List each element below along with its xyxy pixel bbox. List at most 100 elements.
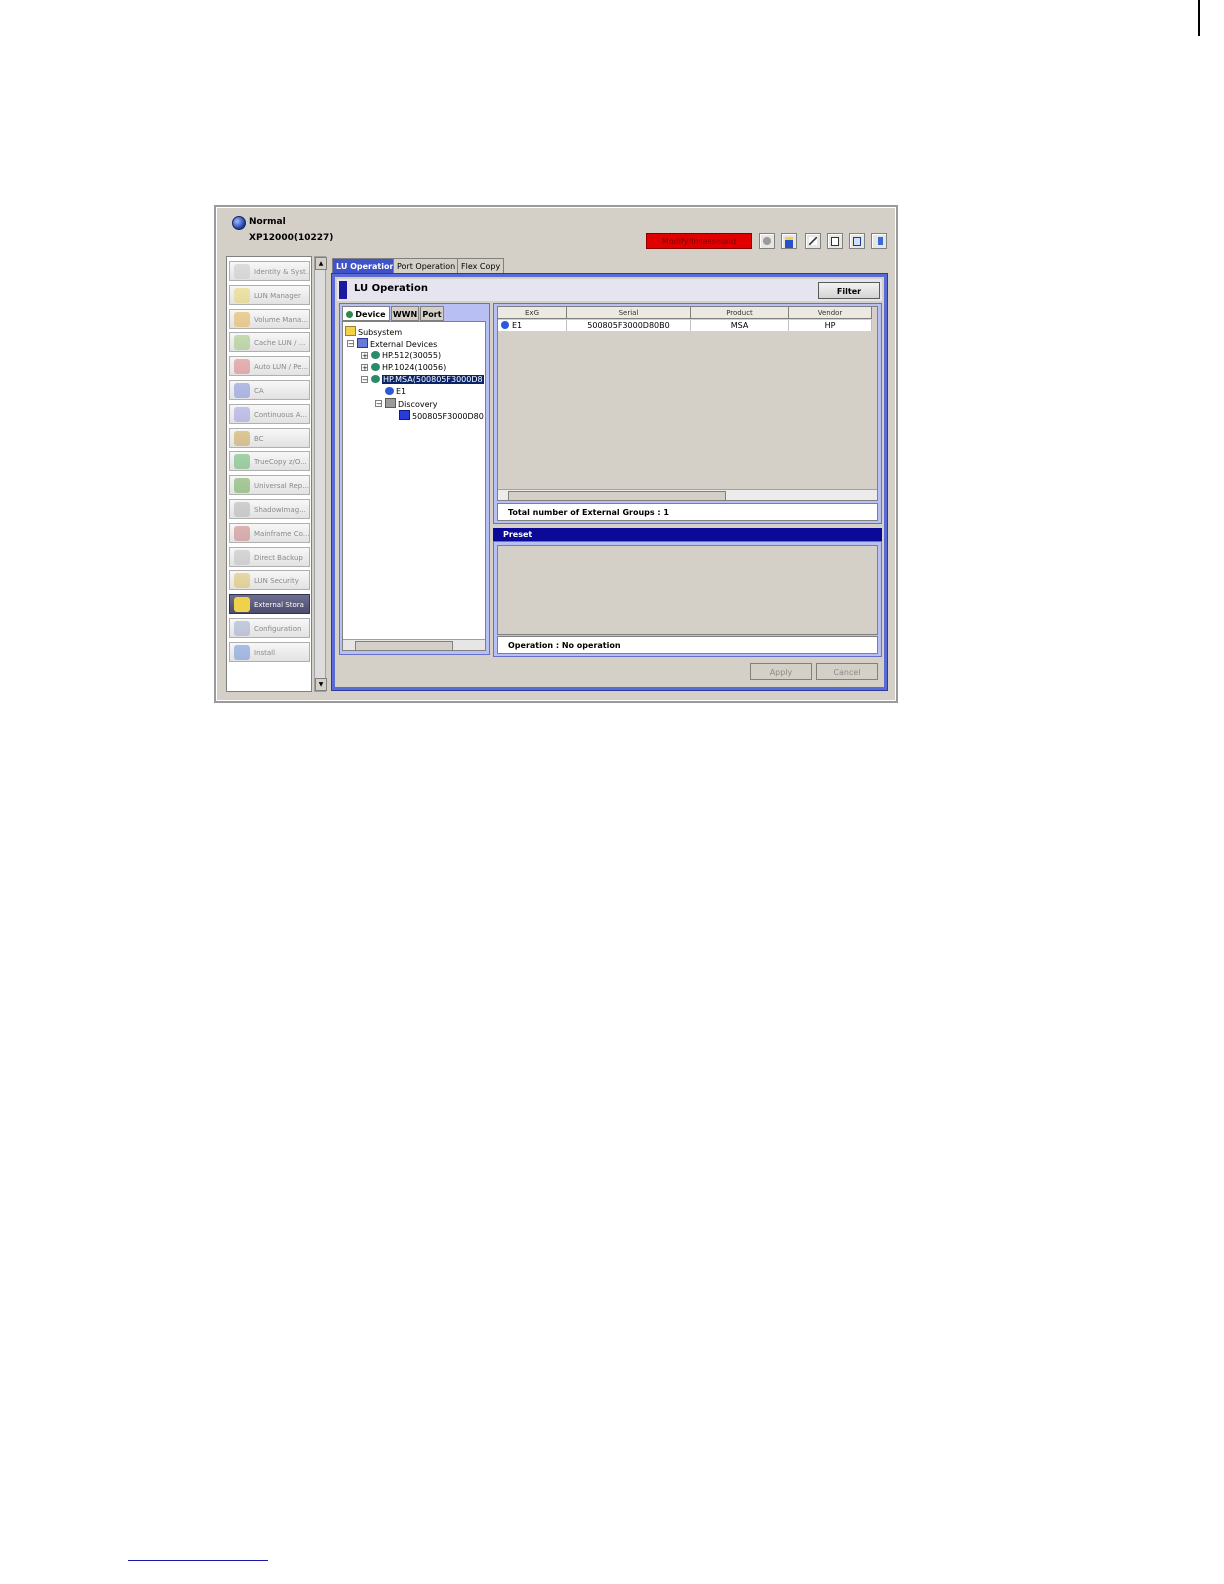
save-icon	[785, 237, 793, 248]
cell-product: MSA	[691, 320, 789, 331]
sidebar-item-label: Configuration	[254, 625, 302, 633]
tab-lu-operation[interactable]: LU Operation	[332, 258, 400, 273]
tree-node-hp-msa[interactable]: HP.MSA(500805F3000D8	[371, 374, 484, 386]
tree-collapse-icon[interactable]: −	[347, 340, 354, 348]
sidebar-item-label: External Stora	[254, 601, 304, 609]
sidebar-item[interactable]: Direct Backup	[229, 547, 310, 567]
refresh-button[interactable]	[759, 233, 775, 249]
cache-icon	[234, 335, 250, 350]
sidebar-item-label: Universal Rep...	[254, 482, 309, 490]
column-header-vendor[interactable]: Vendor	[789, 307, 872, 319]
panel-header-accent	[339, 281, 347, 299]
tree-tab-device[interactable]: Device	[342, 306, 390, 321]
column-header-product[interactable]: Product	[691, 307, 789, 319]
tree-node-e1[interactable]: E1	[385, 386, 406, 398]
tree-node-subsystem[interactable]: Subsystem	[345, 326, 402, 338]
tree-expand-icon[interactable]: +	[361, 364, 368, 372]
tree-node-label: E1	[396, 387, 407, 396]
tree-node-label: Subsystem	[358, 328, 403, 337]
sidebar-item[interactable]: LUN Security	[229, 570, 310, 590]
exit-button[interactable]	[871, 233, 887, 249]
tree-node-external-devices[interactable]: External Devices	[357, 338, 437, 350]
install-icon	[234, 645, 250, 660]
preset-header: Preset	[493, 528, 882, 541]
tree-node-discovery[interactable]: Discovery	[385, 398, 438, 410]
sidebar-item[interactable]: External Stora	[229, 594, 310, 614]
sidebar-item[interactable]: LUN Manager	[229, 285, 310, 305]
tree-node-label: External Devices	[370, 340, 438, 349]
tree-node-label: HP.512(30055)	[382, 351, 442, 360]
total-groups-status: Total number of External Groups : 1	[497, 503, 878, 521]
group-globe-icon	[385, 387, 394, 395]
tab-port-operation[interactable]: Port Operation	[393, 258, 460, 273]
tree-expand-icon[interactable]: +	[361, 352, 368, 360]
report-button[interactable]	[849, 233, 865, 249]
tree-horizontal-scrollbar[interactable]	[343, 639, 485, 651]
sidebar-item-label: LUN Security	[254, 577, 299, 585]
report-icon	[853, 237, 861, 246]
sidebar-item[interactable]: ShadowImag...	[229, 499, 310, 519]
sidebar-item[interactable]: Configuration	[229, 618, 310, 638]
folder-icon	[345, 326, 356, 336]
tab-flex-copy[interactable]: Flex Copy	[457, 258, 505, 273]
save-button[interactable]	[781, 233, 797, 249]
table-horizontal-scrollbar[interactable]	[498, 489, 877, 501]
tree-collapse-icon[interactable]: −	[375, 400, 382, 408]
preview-button[interactable]	[827, 233, 843, 249]
sidebar-item[interactable]: Continuous A...	[229, 404, 310, 424]
sidebar-item[interactable]: Auto LUN / Pe...	[229, 356, 310, 376]
device-globe-icon	[371, 351, 380, 359]
discovery-icon	[385, 398, 396, 408]
sidebar-item-label: TrueCopy z/O...	[254, 458, 307, 466]
bc-icon	[234, 431, 250, 446]
scroll-up-arrow-icon[interactable]: ▲	[315, 257, 327, 270]
footnote-rule	[128, 1560, 268, 1561]
table-row[interactable]: E1 500805F3000D80B0 MSA HP	[498, 320, 872, 331]
mode-indicator[interactable]: Modify/Insassound	[646, 233, 752, 249]
scrollbar-thumb[interactable]	[508, 491, 726, 501]
shadow-icon	[234, 502, 250, 517]
tree-node-label: HP.1024(10056)	[382, 363, 447, 372]
sidebar-item[interactable]: Cache LUN / ...	[229, 332, 310, 352]
sidebar-item-label: Mainframe Co...	[254, 530, 310, 538]
cancel-button[interactable]: Cancel	[816, 663, 878, 680]
sidebar-item-label: Auto LUN / Pe...	[254, 363, 309, 371]
filter-button[interactable]: Filter	[818, 282, 880, 299]
tree-node-hp512[interactable]: HP.512(30055)	[371, 350, 441, 362]
column-header-serial[interactable]: Serial	[567, 307, 691, 319]
sidebar-item[interactable]: Identity & Syst...	[229, 261, 310, 281]
sidebar-item-label: LUN Manager	[254, 292, 301, 300]
scroll-down-arrow-icon[interactable]: ▼	[315, 678, 327, 691]
column-header-exg[interactable]: ExG	[498, 307, 567, 319]
sidebar-item[interactable]: Volume Mana...	[229, 309, 310, 329]
apply-button[interactable]: Apply	[750, 663, 812, 680]
tree-tab-wwn[interactable]: WWN	[391, 306, 419, 321]
sidebar-item[interactable]: CA	[229, 380, 310, 400]
continuous-icon	[234, 407, 250, 422]
sidebar-item[interactable]: Mainframe Co...	[229, 523, 310, 543]
volume-icon	[234, 312, 250, 327]
tree-tab-port[interactable]: Port	[420, 306, 444, 321]
tree-collapse-icon[interactable]: −	[361, 376, 368, 384]
sidebar-item[interactable]: Universal Rep...	[229, 475, 310, 495]
sidebar-item[interactable]: BC	[229, 428, 310, 448]
tree-node-discovered-device[interactable]: 500805F3000D80	[399, 410, 484, 422]
lun-manager-icon	[234, 288, 250, 303]
sidebar-item-label: ShadowImag...	[254, 506, 306, 514]
sidebar-item-label: CA	[254, 387, 264, 395]
sidebar-item-label: Identity & Syst...	[254, 268, 310, 276]
tree-node-label: HP.MSA(500805F3000D8	[382, 375, 484, 384]
pen-icon	[809, 237, 817, 245]
exit-icon	[878, 237, 883, 245]
status-label: Normal	[249, 217, 286, 227]
group-globe-icon	[501, 321, 509, 329]
sidebar-scrollbar[interactable]: ▲ ▼	[314, 256, 327, 692]
sidebar-item-label: Continuous A...	[254, 411, 308, 419]
mainframe-icon	[234, 526, 250, 541]
device-tree: Subsystem − External Devices + HP.512(30…	[342, 321, 486, 651]
sidebar-item[interactable]: Install	[229, 642, 310, 662]
sidebar-item[interactable]: TrueCopy z/O...	[229, 451, 310, 471]
tree-node-hp1024[interactable]: HP.1024(10056)	[371, 362, 446, 374]
scrollbar-thumb[interactable]	[355, 641, 453, 651]
pen-button[interactable]	[805, 233, 821, 249]
